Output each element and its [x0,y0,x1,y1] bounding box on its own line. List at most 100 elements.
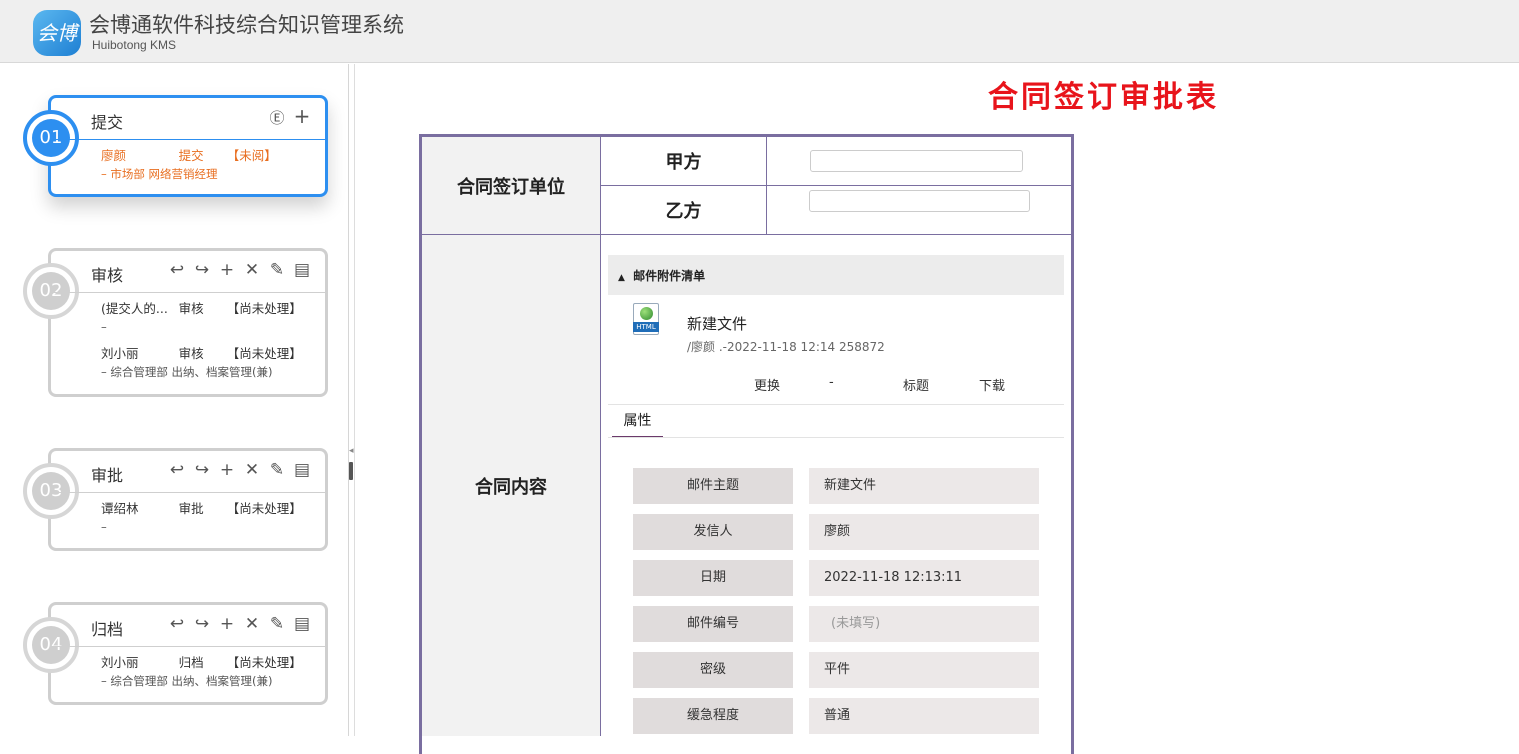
edit-icon[interactable]: ✎ [268,614,286,634]
tab-properties[interactable]: 属性 [612,411,663,438]
plus-icon[interactable]: + [293,106,311,128]
edit-icon[interactable]: ✎ [268,260,286,280]
prop-label: 邮件主题 [633,468,793,504]
app-logo: 会博通 [33,10,81,91]
note-icon[interactable]: ▤ [293,260,311,280]
assignee-dept: – [101,320,107,334]
assignee-action: 审核 [178,346,204,361]
attachments-title: 邮件附件清单 [633,269,706,283]
return-alt-icon[interactable]: ↪ [193,460,211,480]
step-entries: 刘小丽 归档 【尚未处理】 – 综合管理部 出纳、档案管理(兼) [51,647,325,696]
file-type-tag: HTML [633,322,659,332]
edit-icon[interactable]: ✎ [268,460,286,480]
return-alt-icon[interactable]: ↪ [193,260,211,280]
return-icon[interactable]: ↩ [168,614,186,634]
step-entry: 廖颜 提交 【未阅】 [101,146,325,165]
party-a-label: 甲方 [600,134,767,186]
download-link[interactable]: 下载 [979,375,1005,394]
assignee-status: 【未阅】 [226,148,277,163]
close-icon[interactable]: ✕ [243,460,261,480]
note-icon[interactable]: ▤ [293,460,311,480]
party-a-cell [766,134,1074,186]
step-entries: 谭绍林 审批 【尚未处理】 – [51,493,325,542]
return-icon[interactable]: ↩ [168,260,186,280]
app-title: 会博通软件科技综合知识管理系统 [89,13,404,37]
content-label: 合同内容 [419,234,601,736]
step-entries: (提交人的... 审核 【尚未处理】 – 刘小丽 审核 【尚未处理】 – 综合管… [51,293,325,387]
signing-unit-label: 合同签订单位 [419,134,601,235]
prop-label: 缓急程度 [633,698,793,734]
assignee-name: 刘小丽 [101,346,139,361]
step-header: 提交 Ⓔ + [51,98,325,140]
return-icon[interactable]: ↩ [168,460,186,480]
step-toolbar: ↩ ↪ + ✕ ✎ ▤ [168,460,311,480]
assignee-action: 审核 [178,301,204,316]
plus-icon[interactable]: + [218,614,236,634]
assignee-name: (提交人的... [101,301,168,316]
step-header: 归档 ↩ ↪ + ✕ ✎ ▤ [51,605,325,647]
step-toolbar: Ⓔ + [268,106,311,128]
assignee-dept: – [101,520,107,534]
return-alt-icon[interactable]: ↪ [193,614,211,634]
workflow-step-approve[interactable]: 03 审批 ↩ ↪ + ✕ ✎ ▤ 谭绍林 审批 【尚未处理】 – [23,448,328,551]
step-header: 审批 ↩ ↪ + ✕ ✎ ▤ [51,451,325,493]
replace-link[interactable]: 更换 [754,375,780,394]
workflow-step-archive[interactable]: 04 归档 ↩ ↪ + ✕ ✎ ▤ 刘小丽 归档 【尚未处理】 – 综合管理部 … [23,602,328,705]
attachments-header[interactable]: ▲ 邮件附件清单 [608,255,1064,295]
party-b-input[interactable] [809,190,1030,212]
step-toolbar: ↩ ↪ + ✕ ✎ ▤ [168,614,311,634]
sidebar-splitter[interactable] [349,64,355,736]
step-toolbar: ↩ ↪ + ✕ ✎ ▤ [168,260,311,280]
plus-icon[interactable]: + [218,260,236,280]
workflow-step-submit[interactable]: 01 提交 Ⓔ + 廖颜 提交 【未阅】 – 市场部 网络营销经理 [23,95,328,197]
step-entry: 刘小丽 审核 【尚未处理】 [101,344,325,363]
assignee-name: 谭绍林 [101,501,139,516]
close-icon[interactable]: ✕ [243,260,261,280]
step-entry: (提交人的... 审核 【尚未处理】 [101,299,325,318]
form-title: 合同签订审批表 [988,80,1219,115]
workflow-step-review[interactable]: 02 审核 ↩ ↪ + ✕ ✎ ▤ (提交人的... 审核 【尚未处理】 – 刘… [23,248,328,397]
assignee-dept: – 综合管理部 出纳、档案管理(兼) [101,365,273,379]
step-title: 归档 [91,620,124,639]
title-link[interactable]: 标题 [903,375,929,394]
assignee-status: 【尚未处理】 [226,501,302,516]
file-name[interactable]: 新建文件 [687,313,747,334]
prop-label: 发信人 [633,514,793,550]
step-entries: 廖颜 提交 【未阅】 – 市场部 网络营销经理 [51,140,325,189]
assignee-dept: – 市场部 网络营销经理 [101,167,218,181]
step-entry: 刘小丽 归档 【尚未处理】 [101,653,325,672]
note-icon[interactable]: ▤ [293,614,311,634]
prop-label: 日期 [633,560,793,596]
tab-underline [608,437,1064,438]
app-subtitle: Huibotong KMS [92,38,177,52]
separator-text: - [829,375,834,390]
prop-value: 2022-11-18 12:13:11 [809,560,1039,596]
assignee-status: 【尚未处理】 [226,655,302,670]
file-meta: /廖颜 .-2022-11-18 12:14 258872 [687,340,885,354]
close-icon[interactable]: ✕ [243,614,261,634]
assignee-name: 刘小丽 [101,655,139,670]
prop-value: 廖颜 [809,514,1039,550]
assignee-action: 归档 [178,655,204,670]
step-header: 审核 ↩ ↪ + ✕ ✎ ▤ [51,251,325,293]
prop-label: 密级 [633,652,793,688]
party-b-cell [766,185,1074,235]
html-file-icon[interactable]: HTML [633,303,659,335]
caret-down-icon: ▲ [618,273,625,283]
step-title: 审批 [91,466,124,485]
collapse-arrow-icon[interactable]: ◂ [349,446,354,456]
step-entry: 谭绍林 审批 【尚未处理】 [101,499,325,518]
party-b-label: 乙方 [600,185,767,235]
party-a-input[interactable] [810,150,1023,172]
assignee-action: 审批 [178,501,204,516]
step-title: 审核 [91,266,124,285]
plus-icon[interactable]: + [218,460,236,480]
circle-e-icon[interactable]: Ⓔ [268,107,286,128]
prop-label: 邮件编号 [633,606,793,642]
splitter-handle[interactable] [349,462,353,480]
assignee-name: 廖颜 [101,148,127,163]
prop-value: 平件 [809,652,1039,688]
prop-value: (未填写) [809,606,1039,642]
app-header: 会博通 会博通软件科技综合知识管理系统 Huibotong KMS [0,0,1519,91]
divider [608,404,1064,405]
